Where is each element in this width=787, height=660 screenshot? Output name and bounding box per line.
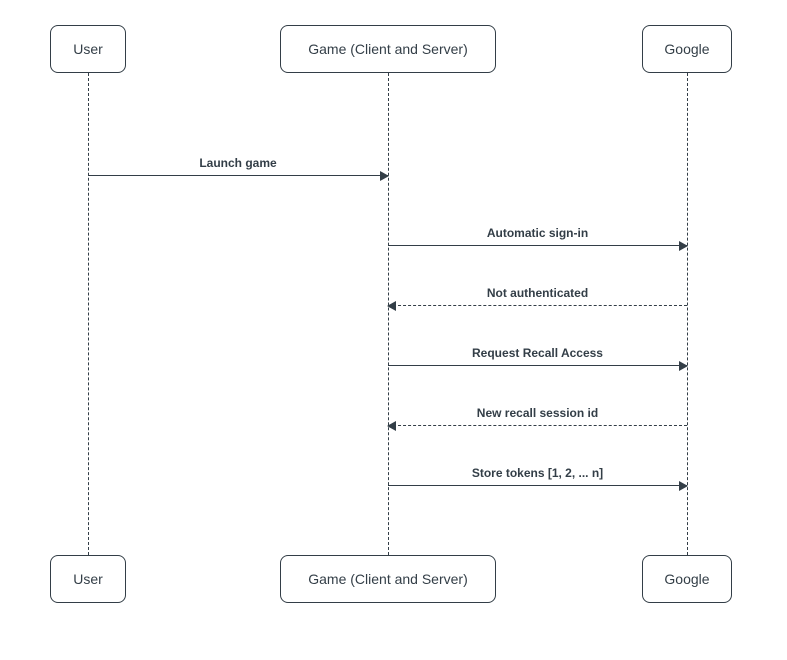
participant-user-bottom: User — [50, 555, 126, 603]
lifeline-user — [88, 73, 89, 555]
msg-label: Launch game — [88, 156, 388, 170]
participant-google-bottom: Google — [642, 555, 732, 603]
msg-line — [388, 365, 687, 366]
participant-user-top: User — [50, 25, 126, 73]
participant-label: Google — [664, 41, 709, 57]
msg-automatic-signin: Automatic sign-in — [388, 245, 687, 246]
arrowhead-right-icon — [679, 241, 688, 251]
arrowhead-right-icon — [380, 171, 389, 181]
msg-launch-game: Launch game — [88, 175, 388, 176]
msg-line — [388, 245, 687, 246]
msg-line — [88, 175, 388, 176]
msg-not-authenticated: Not authenticated — [388, 305, 687, 306]
msg-request-recall: Request Recall Access — [388, 365, 687, 366]
msg-label: Request Recall Access — [388, 346, 687, 360]
msg-label: Store tokens [1, 2, ... n] — [388, 466, 687, 480]
msg-store-tokens: Store tokens [1, 2, ... n] — [388, 485, 687, 486]
participant-label: User — [73, 571, 103, 587]
msg-line — [388, 305, 687, 306]
msg-line — [388, 425, 687, 426]
msg-label: Automatic sign-in — [388, 226, 687, 240]
participant-google-top: Google — [642, 25, 732, 73]
arrowhead-right-icon — [679, 361, 688, 371]
arrowhead-right-icon — [679, 481, 688, 491]
msg-line — [388, 485, 687, 486]
participant-label: Google — [664, 571, 709, 587]
msg-label: New recall session id — [388, 406, 687, 420]
participant-game-top: Game (Client and Server) — [280, 25, 496, 73]
participant-label: User — [73, 41, 103, 57]
msg-label: Not authenticated — [388, 286, 687, 300]
participant-label: Game (Client and Server) — [308, 41, 468, 57]
participant-game-bottom: Game (Client and Server) — [280, 555, 496, 603]
msg-new-recall-session: New recall session id — [388, 425, 687, 426]
arrowhead-left-icon — [387, 301, 396, 311]
lifeline-game — [388, 73, 389, 555]
participant-label: Game (Client and Server) — [308, 571, 468, 587]
arrowhead-left-icon — [387, 421, 396, 431]
